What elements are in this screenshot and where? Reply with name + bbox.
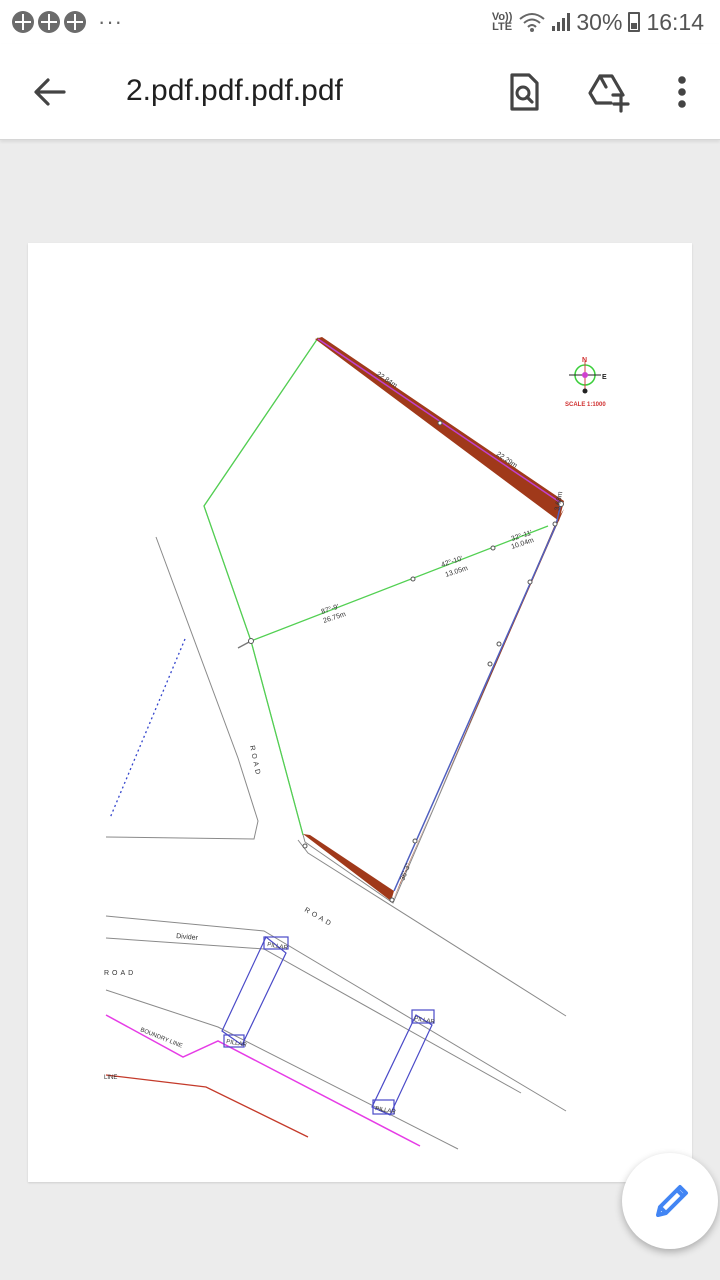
dimension-labels: 22.84m 22.29m 3.68m 32°-11' 10.04m 42°-1… [104,371,564,1116]
app-bar: 2.pdf.pdf.pdf.pdf [0,44,720,140]
brown-strips [303,337,564,903]
site-plan-drawing: N E SCALE 1:1000 22.84m 22.29m 3.68m 32°… [104,337,607,1150]
back-button[interactable] [30,74,70,110]
svg-text:N: N [582,357,587,364]
red-line [105,1074,309,1138]
find-in-page-button[interactable] [502,70,546,114]
wifi-icon [519,13,546,32]
survey-points [248,420,564,903]
svg-text:ROAD: ROAD [248,745,262,778]
svg-text:ROAD: ROAD [104,970,136,977]
app-notification-icon [12,11,34,33]
status-bar: ··· Vo)) LTE 30% 16:14 [0,0,720,44]
add-to-drive-icon [588,74,630,113]
svg-text:LINE: LINE [104,1075,117,1081]
road-lines [105,536,567,1150]
svg-text:36'-3": 36'-3" [399,862,412,882]
system-status: Vo)) LTE 30% 16:14 [492,9,704,36]
svg-text:BOUNDRY LINE: BOUNDRY LINE [139,1027,183,1049]
add-to-drive-button[interactable] [585,70,630,114]
edit-button[interactable] [622,1153,718,1249]
pdf-page[interactable]: N E SCALE 1:1000 22.84m 22.29m 3.68m 32°… [28,243,692,1182]
battery-icon [628,12,641,32]
arrow-back-icon [34,78,66,106]
notification-icons: ··· [12,9,123,35]
clock: 16:14 [646,8,704,35]
svg-text:Divider: Divider [176,933,199,942]
dotted-survey-line [109,638,186,819]
signal-icon [552,13,571,31]
document-title: 2.pdf.pdf.pdf.pdf [126,74,343,107]
find-in-page-icon [510,73,539,111]
more-notifications-icon: ··· [98,9,123,34]
app-notification-icon [38,11,60,33]
svg-text:PILLAR: PILLAR [414,1016,436,1026]
more-vert-icon [678,76,686,108]
battery-percent: 30% [576,8,623,35]
svg-text:E: E [602,374,607,381]
app-notification-icon [64,11,86,33]
compass-icon: N E SCALE 1:1000 [565,357,607,408]
volte-icon: Vo)) LTE [491,11,513,33]
svg-text:SCALE 1:1000: SCALE 1:1000 [565,402,606,408]
edit-pencil-icon [656,1185,688,1217]
svg-text:ROAD: ROAD [303,907,334,929]
more-options-button[interactable] [660,70,704,114]
